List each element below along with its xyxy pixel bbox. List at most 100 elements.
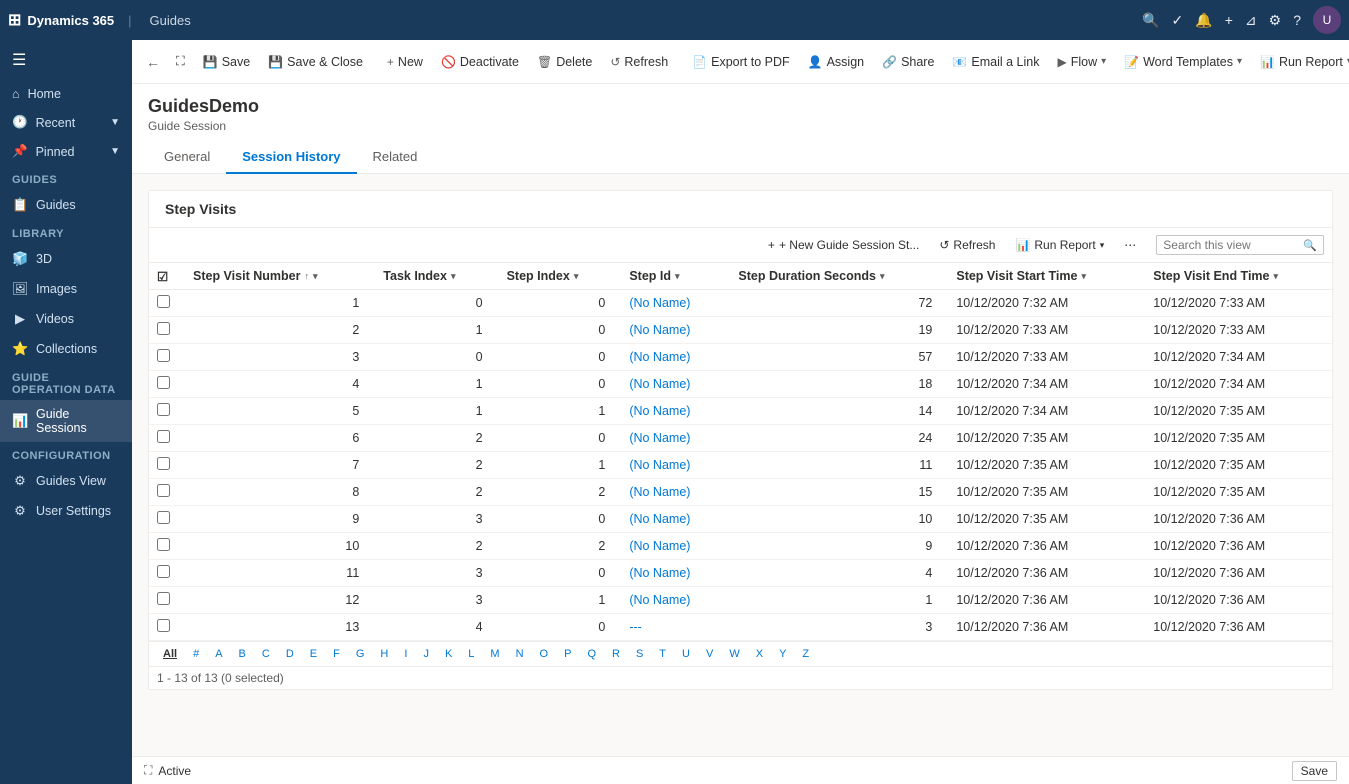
export-pdf-button[interactable]: 📄 Export to PDF [684, 51, 797, 73]
deactivate-button[interactable]: 🚫 Deactivate [433, 51, 527, 73]
sidebar-item-guides-view[interactable]: ⚙ Guides View [0, 466, 132, 496]
section-more-button[interactable]: ⋯ [1116, 234, 1144, 256]
sidebar-item-guides[interactable]: 📋 Guides [0, 190, 132, 220]
pagination-letter-c[interactable]: C [256, 646, 276, 662]
cell-step-id[interactable]: (No Name) [617, 479, 726, 506]
cell-step-id[interactable]: (No Name) [617, 290, 726, 317]
plus-icon[interactable]: + [1225, 12, 1233, 28]
cell-step-id[interactable]: (No Name) [617, 560, 726, 587]
row-checkbox[interactable] [149, 560, 181, 587]
cell-step-id[interactable]: (No Name) [617, 398, 726, 425]
cell-step-id[interactable]: (No Name) [617, 533, 726, 560]
flow-button[interactable]: ▶ Flow ▾ [1049, 51, 1114, 73]
pagination-letter-y[interactable]: Y [773, 646, 792, 662]
sidebar-item-recent[interactable]: 🕐 Recent ▼ [0, 108, 132, 137]
back-button[interactable]: ← [140, 50, 166, 74]
pagination-letter-k[interactable]: K [439, 646, 458, 662]
row-checkbox[interactable] [149, 317, 181, 344]
pagination-letter-v[interactable]: V [700, 646, 719, 662]
select-all-header[interactable]: ☑ [149, 263, 181, 290]
sidebar-item-videos[interactable]: ▶ Videos [0, 304, 132, 334]
app-logo[interactable]: ⊞ Dynamics 365 [8, 10, 114, 30]
cell-step-id[interactable]: (No Name) [617, 506, 726, 533]
pagination-letter-q[interactable]: Q [581, 646, 602, 662]
tab-session-history[interactable]: Session History [226, 141, 356, 174]
assign-button[interactable]: 👤 Assign [800, 51, 872, 73]
pagination-letter-s[interactable]: S [630, 646, 649, 662]
cell-step-id[interactable]: (No Name) [617, 452, 726, 479]
sidebar-item-user-settings[interactable]: ⚙ User Settings [0, 496, 132, 526]
row-checkbox[interactable] [149, 506, 181, 533]
maximize-button[interactable]: ⛶ [168, 50, 193, 73]
pagination-letter-g[interactable]: G [350, 646, 371, 662]
pagination-letter-all[interactable]: All [157, 646, 183, 662]
hamburger-icon[interactable]: ☰ [0, 40, 132, 80]
pagination-letter-h[interactable]: H [374, 646, 394, 662]
word-templates-button[interactable]: 📝 Word Templates ▾ [1116, 51, 1250, 73]
share-button[interactable]: 🔗 Share [874, 51, 942, 73]
pagination-letter-b[interactable]: B [233, 646, 252, 662]
pagination-letter-n[interactable]: N [510, 646, 530, 662]
sidebar-item-collections[interactable]: ⭐ Collections [0, 334, 132, 364]
col-step-id[interactable]: Step Id ▾ [617, 263, 726, 290]
pagination-letter-i[interactable]: I [398, 646, 413, 662]
col-task-index[interactable]: Task Index ▾ [371, 263, 494, 290]
row-checkbox[interactable] [149, 479, 181, 506]
cell-step-id[interactable]: (No Name) [617, 587, 726, 614]
pagination-letter-w[interactable]: W [723, 646, 745, 662]
pagination-letter-f[interactable]: F [327, 646, 346, 662]
col-end-time[interactable]: Step Visit End Time ▾ [1141, 263, 1332, 290]
pagination-letter-a[interactable]: A [209, 646, 228, 662]
pagination-letter-d[interactable]: D [280, 646, 300, 662]
pagination-letter-z[interactable]: Z [796, 646, 815, 662]
save-button[interactable]: 💾 Save [195, 51, 258, 73]
cell-step-id[interactable]: (No Name) [617, 344, 726, 371]
run-report-button[interactable]: 📊 Run Report ▾ [1252, 51, 1349, 73]
waffle-icon[interactable]: ⊞ [8, 10, 21, 30]
new-button[interactable]: + New [379, 51, 431, 73]
help-icon[interactable]: ? [1293, 12, 1301, 28]
pagination-letter-#[interactable]: # [187, 646, 205, 662]
sidebar-item-3d[interactable]: 🧊 3D [0, 244, 132, 274]
row-checkbox[interactable] [149, 290, 181, 317]
row-checkbox[interactable] [149, 587, 181, 614]
row-checkbox[interactable] [149, 425, 181, 452]
pagination-letter-u[interactable]: U [676, 646, 696, 662]
search-icon[interactable]: 🔍 [1142, 12, 1159, 29]
pagination-letter-t[interactable]: T [653, 646, 672, 662]
tab-general[interactable]: General [148, 141, 226, 174]
cell-step-id[interactable]: (No Name) [617, 425, 726, 452]
row-checkbox[interactable] [149, 371, 181, 398]
row-checkbox[interactable] [149, 614, 181, 641]
bell-icon[interactable]: 🔔 [1195, 12, 1212, 29]
pagination-letter-x[interactable]: X [750, 646, 769, 662]
expand-icon[interactable]: ⛶ [144, 763, 152, 778]
new-guide-session-button[interactable]: + + New Guide Session St... [760, 234, 927, 256]
section-refresh-button[interactable]: ↺ Refresh [931, 234, 1003, 256]
row-checkbox[interactable] [149, 452, 181, 479]
cell-step-id[interactable]: --- [617, 614, 726, 641]
pagination-letter-m[interactable]: M [484, 646, 505, 662]
cell-step-id[interactable]: (No Name) [617, 371, 726, 398]
settings-icon[interactable]: ⚙ [1269, 12, 1282, 29]
filter-icon[interactable]: ⊿ [1245, 12, 1257, 29]
pagination-letter-e[interactable]: E [304, 646, 323, 662]
refresh-button[interactable]: ↺ Refresh [602, 51, 676, 73]
save-close-button[interactable]: 💾 Save & Close [260, 51, 371, 73]
pagination-letter-r[interactable]: R [606, 646, 626, 662]
col-start-time[interactable]: Step Visit Start Time ▾ [944, 263, 1141, 290]
cell-step-id[interactable]: (No Name) [617, 317, 726, 344]
pagination-letter-p[interactable]: P [558, 646, 577, 662]
pagination-letter-l[interactable]: L [462, 646, 480, 662]
col-step-index[interactable]: Step Index ▾ [495, 263, 618, 290]
section-run-report-button[interactable]: 📊 Run Report ▾ [1007, 234, 1112, 256]
search-input[interactable] [1163, 238, 1303, 252]
avatar[interactable]: U [1313, 6, 1341, 34]
pagination-letter-o[interactable]: O [534, 646, 555, 662]
email-link-button[interactable]: 📧 Email a Link [944, 51, 1047, 73]
row-checkbox[interactable] [149, 533, 181, 560]
status-save-button[interactable]: Save [1292, 761, 1337, 781]
checkmark-icon[interactable]: ✓ [1172, 12, 1184, 29]
col-step-visit-number[interactable]: Step Visit Number ↑ ▾ [181, 263, 371, 290]
sidebar-item-pinned[interactable]: 📌 Pinned ▼ [0, 137, 132, 166]
